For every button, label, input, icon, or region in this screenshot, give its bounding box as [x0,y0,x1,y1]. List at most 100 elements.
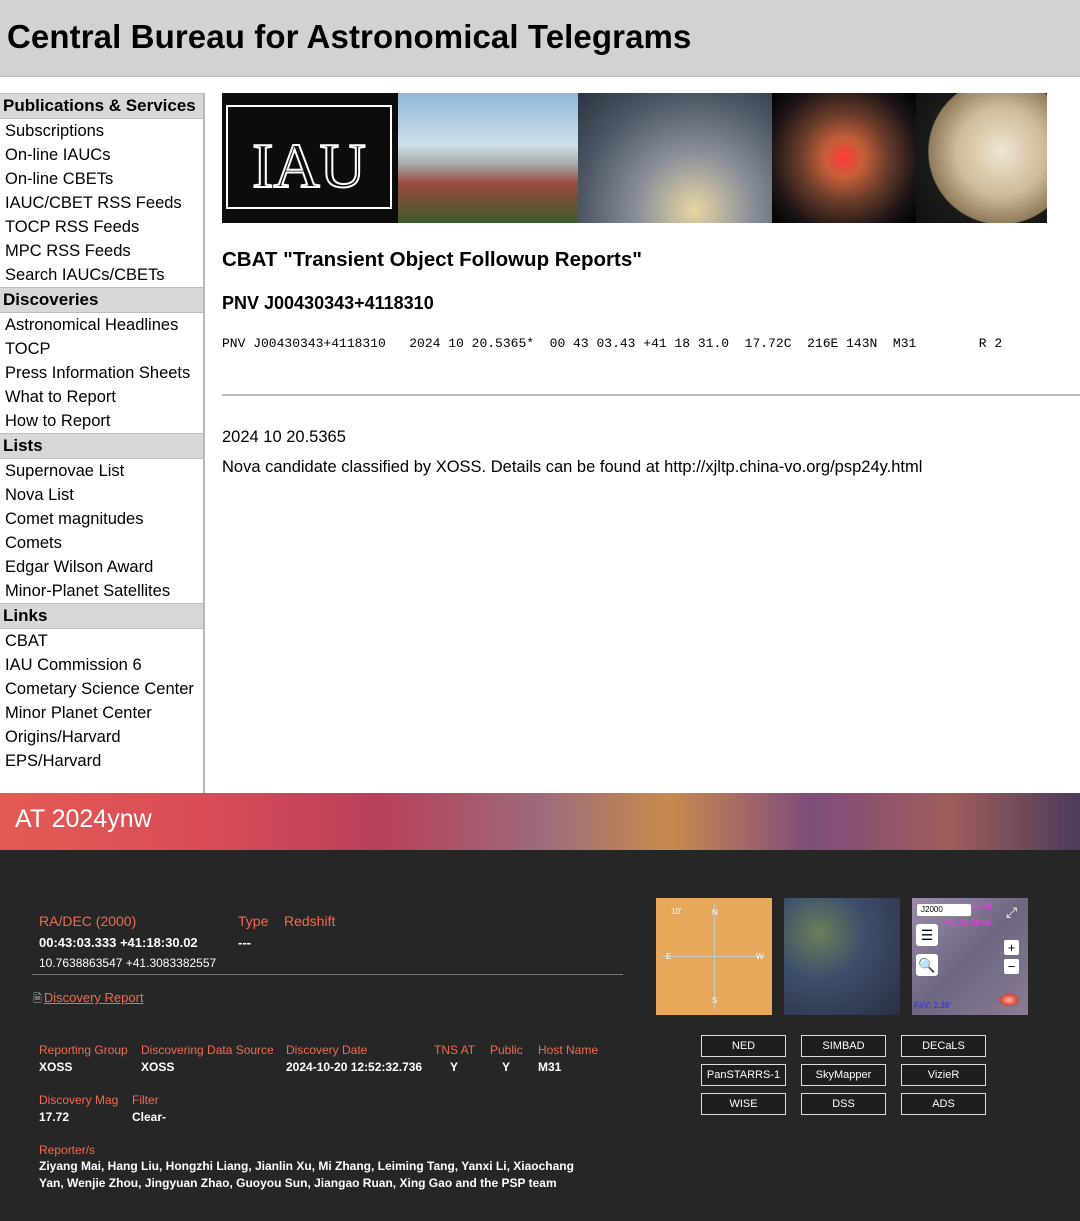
zoom-out-button[interactable]: − [1004,959,1019,974]
host-name-label: Host Name [538,1043,599,1057]
sidebar-link-headlines[interactable]: Astronomical Headlines [0,313,203,337]
sidebar-link-online-cbets[interactable]: On-line CBETs [0,167,203,191]
finder-south: S [712,996,718,1005]
tns-object-name: AT 2024ynw [15,805,152,833]
type-label: Type [238,913,269,929]
sidebar-link-online-iaucs[interactable]: On-line IAUCs [0,143,203,167]
sidebar-link-subscriptions[interactable]: Subscriptions [0,119,203,143]
type-value: --- [238,935,251,950]
sidebar-heading-discoveries: Discoveries [0,287,203,313]
aladin-logo-icon [998,993,1020,1007]
discovery-date-label: Discovery Date [286,1043,368,1057]
discovery-report: 🗎 Discovery Report [33,990,144,1009]
discovery-date-value: 2024-10-20 12:52:32.736 [286,1060,423,1074]
sidebar-link-cbat[interactable]: CBAT [0,629,203,653]
fullscreen-icon[interactable]: ⤢ [1006,904,1017,921]
site-header: Central Bureau for Astronomical Telegram… [0,0,1080,77]
simbad-button[interactable]: SIMBAD [801,1035,886,1057]
reporters-list: Ziyang Mai, Hang Liu, Hongzhi Liang, Jia… [39,1159,574,1190]
decals-button[interactable]: DECaLS [901,1035,986,1057]
reporters-label: Reporter/s [39,1143,96,1157]
zoom-in-button[interactable]: + [1004,940,1019,955]
document-icon: 🗎 [33,993,42,1005]
sidebar-link-how-to-report[interactable]: How to Report [0,409,203,433]
wise-button[interactable]: WISE [701,1093,786,1115]
jupiter-photo [916,93,1047,223]
filter-label: Filter [132,1093,159,1107]
search-icon[interactable]: 🔍 [916,954,938,976]
public-value: Y [502,1060,511,1074]
iau-logo-frame: IAU [226,105,392,209]
sidebar-link-comet-mags[interactable]: Comet magnitudes [0,507,203,531]
discovery-mag-label: Discovery Mag [39,1093,119,1107]
sidebar-link-tocp[interactable]: TOCP [0,337,203,361]
sidebar-link-iau-commission[interactable]: IAU Commission 6 [0,653,203,677]
sidebar-link-press-sheets[interactable]: Press Information Sheets [0,361,203,385]
sidebar-link-origins[interactable]: Origins/Harvard [0,725,203,749]
finder-scale: 10' [671,907,682,916]
finder-crosshair-h [662,956,766,957]
header-image-strip: IAU [222,93,1047,223]
site-title: Central Bureau for Astronomical Telegram… [7,18,692,55]
aladin-ra: 00 43 [972,902,993,911]
layers-icon[interactable]: ☰ [916,924,938,946]
sidebar-link-supernovae[interactable]: Supernovae List [0,459,203,483]
ned-button[interactable]: NED [701,1035,786,1057]
radec-degrees: 10.7638863547 +41.3083382557 [39,956,217,970]
radec-sexagesimal: 00:43:03.333 +41:18:30.02 [39,935,198,950]
sidebar-link-iauc-cbet-rss[interactable]: IAUC/CBET RSS Feeds [0,191,203,215]
report-note: Nova candidate classified by XOSS. Detai… [222,458,923,476]
reporting-group-label: Reporting Group [39,1043,128,1057]
sidebar-link-mpc[interactable]: Minor Planet Center [0,701,203,725]
sidebar-link-eps[interactable]: EPS/Harvard [0,749,203,773]
aladin-dec: +41 18 30.02 [944,918,991,927]
finder-north: N [712,908,718,917]
discovery-mag-value: 17.72 [39,1110,70,1124]
panstarrs-button[interactable]: PanSTARRS-1 [701,1064,786,1086]
sidebar-link-mp-satellites[interactable]: Minor-Planet Satellites [0,579,203,603]
sidebar-link-mpc-rss[interactable]: MPC RSS Feeds [0,239,203,263]
iau-logo: IAU [222,93,398,223]
tns-divider [32,974,623,975]
skymapper-button[interactable]: SkyMapper [801,1064,886,1086]
section-divider [222,394,1080,396]
dss-button[interactable]: DSS [801,1093,886,1115]
frame-selector[interactable]: J2000 [916,903,972,917]
iau-logo-mark: IAU [251,129,367,202]
sidebar-heading-publications: Publications & Services [0,93,203,119]
sidebar-link-what-to-report[interactable]: What to Report [0,385,203,409]
data-source-value: XOSS [141,1060,175,1074]
finder-chart-thumbnail[interactable]: 10' N E W S [656,898,772,1015]
finder-west: W [756,952,764,961]
reporting-group-value: XOSS [39,1060,73,1074]
tns-object-banner: AT 2024ynw [0,793,1080,850]
sidebar-heading-links: Links [0,603,203,629]
filter-value: Clear- [132,1110,167,1124]
page-title: CBAT "Transient Object Followup Reports" [222,248,642,271]
nebula-photo [772,93,916,223]
observatory-photo [398,93,578,223]
ads-button[interactable]: ADS [901,1093,986,1115]
sidebar-nav: Publications & Services Subscriptions On… [0,93,205,793]
color-sky-thumbnail[interactable] [784,898,900,1015]
data-source-label: Discovering Data Source [141,1043,274,1057]
radec-label: RA/DEC (2000) [39,913,137,929]
report-data-line: PNV J00430343+4118310 2024 10 20.5365* 0… [222,336,1003,351]
tns-at-value: Y [450,1060,459,1074]
public-label: Public [490,1043,523,1057]
sidebar-link-edgar-wilson[interactable]: Edgar Wilson Award [0,555,203,579]
sidebar-link-nova-list[interactable]: Nova List [0,483,203,507]
sidebar-link-comets[interactable]: Comets [0,531,203,555]
redshift-label: Redshift [284,913,336,929]
tns-at-label: TNS AT [434,1043,476,1057]
discovery-report-link[interactable]: Discovery Report [44,990,144,1005]
report-date: 2024 10 20.5365 [222,428,346,446]
aladin-viewer[interactable]: J2000 00 43 +41 18 30.02 ⤢ ☰ 🔍 + − FoV: … [912,898,1028,1015]
sidebar-link-tocp-rss[interactable]: TOCP RSS Feeds [0,215,203,239]
vizier-button[interactable]: VizieR [901,1064,986,1086]
sidebar-link-cometary-center[interactable]: Cometary Science Center [0,677,203,701]
sidebar-link-search[interactable]: Search IAUCs/CBETs [0,263,203,287]
finder-east: E [666,952,672,961]
sidebar-heading-lists: Lists [0,433,203,459]
comet-photo [578,93,772,223]
